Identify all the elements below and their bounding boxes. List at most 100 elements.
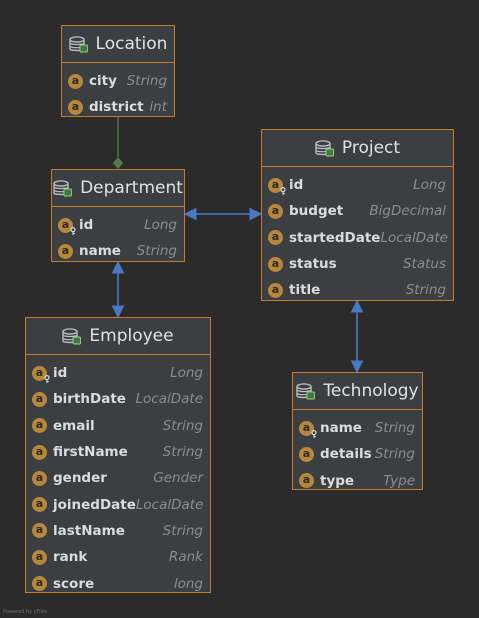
field-type: String [162, 444, 203, 461]
field-row[interactable]: a gender Gender [26, 465, 210, 491]
entity-title: Technology [323, 381, 419, 401]
table-icon [53, 179, 73, 197]
primary-key-attribute-icon: a [32, 365, 50, 383]
field-list: a id Long a budget BigDecimal a startedDate Loca… [262, 167, 453, 303]
attribute-icon: a [32, 418, 47, 434]
field-name: joinedDate [53, 496, 136, 513]
table-icon [315, 139, 334, 157]
field-name: firstName [53, 444, 128, 461]
primary-key-attribute-icon: a [58, 217, 76, 235]
field-list: a id Long a name String [52, 207, 184, 265]
field-name: rank [53, 549, 88, 566]
field-name: id [79, 217, 94, 234]
attribute-icon: a [32, 470, 47, 486]
field-name: id [53, 365, 68, 382]
field-row[interactable]: a name String [293, 415, 422, 441]
field-row[interactable]: a birthDate LocalDate [26, 386, 210, 412]
attribute-icon: a [68, 73, 83, 89]
primary-key-attribute-icon: a [268, 177, 286, 195]
field-row[interactable]: a joinedDate LocalDate [26, 491, 210, 517]
powered-by-note: Powered by yFiles [3, 609, 48, 615]
attribute-icon: a [268, 230, 283, 246]
field-type: int [149, 99, 167, 116]
field-type: long [173, 575, 203, 592]
field-row[interactable]: a city String [62, 68, 174, 94]
entity-header: Technology [293, 373, 422, 410]
entity-project[interactable]: Project a id Long a budget BigDecimal a startedD… [261, 129, 454, 301]
field-row[interactable]: a details String [293, 441, 422, 467]
field-row[interactable]: a score long [26, 570, 210, 596]
entity-technology[interactable]: Technology a name String a details String a type… [292, 372, 423, 490]
field-name: name [79, 243, 121, 260]
field-name: email [53, 417, 95, 434]
entity-header: Project [262, 130, 453, 167]
attribute-icon: a [32, 444, 47, 460]
field-type: LocalDate [135, 496, 204, 513]
entity-title: Location [95, 34, 168, 54]
entity-title: Project [341, 138, 401, 158]
attribute-icon: a [32, 391, 47, 407]
field-type: LocalDate [135, 391, 204, 408]
field-row[interactable]: a startedDate LocalDate [262, 225, 453, 251]
field-type: String [162, 522, 203, 539]
entity-location[interactable]: Location a city String a district int [61, 25, 175, 117]
field-type: Long [413, 177, 446, 194]
field-row[interactable]: a status Status [262, 251, 453, 277]
field-type: String [136, 243, 177, 260]
attribute-icon: a [58, 243, 73, 259]
field-type: String [126, 73, 167, 90]
field-type: String [405, 282, 446, 299]
field-name: gender [53, 470, 107, 487]
field-name: birthDate [53, 391, 126, 408]
field-name: type [320, 472, 355, 489]
field-row[interactable]: a name String [52, 238, 184, 264]
entity-header: Location [62, 26, 174, 63]
field-row[interactable]: a title String [262, 277, 453, 303]
field-list: a name String a details String a type Type [293, 410, 422, 494]
field-name: status [289, 256, 337, 273]
attribute-icon: a [268, 282, 283, 298]
field-row[interactable]: a type Type [293, 468, 422, 494]
attribute-icon: a [299, 446, 314, 462]
entity-department[interactable]: Department a id Long a name String [51, 169, 185, 262]
field-name: id [289, 177, 304, 194]
field-type: String [374, 446, 415, 463]
field-type: Long [144, 217, 177, 234]
primary-key-attribute-icon: a [299, 420, 317, 438]
field-name: city [89, 73, 117, 90]
field-name: district [89, 99, 144, 116]
table-icon [296, 382, 316, 400]
field-name: lastName [53, 522, 125, 539]
field-row[interactable]: a lastName String [26, 518, 210, 544]
field-type: String [162, 417, 203, 434]
field-row[interactable]: a district int [62, 94, 174, 120]
field-list: a city String a district int [62, 63, 174, 121]
table-icon [68, 35, 88, 53]
attribute-icon: a [268, 203, 283, 219]
field-row[interactable]: a rank Rank [26, 544, 210, 570]
field-row[interactable]: a email String [26, 413, 210, 439]
field-row[interactable]: a firstName String [26, 439, 210, 465]
attribute-icon: a [68, 99, 83, 115]
field-type: Long [170, 365, 203, 382]
entity-title: Employee [89, 326, 174, 346]
field-row[interactable]: a budget BigDecimal [262, 198, 453, 224]
field-row[interactable]: a id Long [262, 172, 453, 198]
field-type: Gender [153, 470, 203, 487]
composition-diamond [113, 157, 123, 169]
attribute-icon: a [32, 549, 47, 565]
entity-employee[interactable]: Employee a id Long a birthDate LocalDate a email… [25, 317, 211, 593]
attribute-icon: a [268, 256, 283, 272]
field-name: score [53, 575, 95, 592]
field-name: title [289, 282, 321, 299]
field-name: startedDate [289, 229, 381, 246]
field-name: name [320, 420, 362, 437]
attribute-icon: a [299, 473, 314, 489]
field-row[interactable]: a id Long [26, 360, 210, 386]
field-type: Rank [168, 549, 203, 566]
field-type: BigDecimal [369, 203, 446, 220]
field-type: Type [383, 472, 415, 489]
field-row[interactable]: a id Long [52, 212, 184, 238]
field-type: LocalDate [380, 229, 448, 246]
field-list: a id Long a birthDate LocalDate a email String a f… [26, 355, 210, 597]
